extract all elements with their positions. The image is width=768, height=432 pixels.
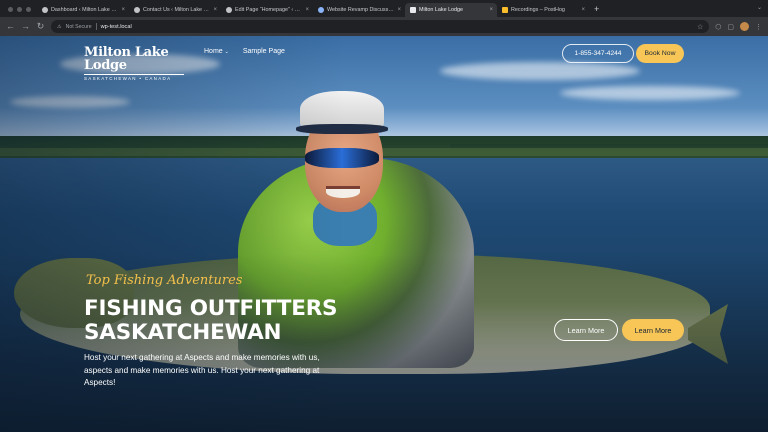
tab-recordings-posthog[interactable]: Recordings – PostHog × xyxy=(497,3,589,17)
tab-title: Recordings – PostHog xyxy=(511,7,565,13)
minimize-window-icon[interactable] xyxy=(17,7,22,12)
tab-title: Contact Us ‹ Milton Lake Lod xyxy=(143,7,211,13)
close-window-icon[interactable] xyxy=(8,7,13,12)
browser-toolbar: ← → ↻ ⚠ Not Secure wp-test.local ☆ ⬡ ▢ ⋮ xyxy=(0,17,768,36)
chevron-down-icon: ⌄ xyxy=(224,49,229,55)
tab-strip: Dashboard ‹ Milton Lake Lodg × Contact U… xyxy=(0,0,768,17)
new-tab-button[interactable]: + xyxy=(589,4,604,17)
close-tab-icon[interactable]: × xyxy=(489,7,493,13)
tab-edit-page[interactable]: Edit Page “Homepage” ‹ Milt × xyxy=(221,3,313,17)
window-controls xyxy=(0,7,37,17)
nav-item-home[interactable]: Home ⌄ xyxy=(204,48,229,55)
maximize-window-icon[interactable] xyxy=(26,7,31,12)
book-now-button[interactable]: Book Now xyxy=(636,44,684,63)
nav-item-label: Home xyxy=(204,48,223,55)
tab-title: Milton Lake Lodge xyxy=(419,7,464,13)
wordpress-icon xyxy=(134,7,140,13)
profile-avatar[interactable] xyxy=(740,22,749,31)
learn-more-outline-button[interactable]: Learn More xyxy=(554,319,618,341)
divider xyxy=(95,23,97,30)
sidebar-icon[interactable]: ▢ xyxy=(727,23,734,31)
site-icon xyxy=(410,7,416,13)
tab-title: Edit Page “Homepage” ‹ Milt xyxy=(235,7,303,13)
tab-search-icon[interactable]: ⌄ xyxy=(757,4,762,11)
close-tab-icon[interactable]: × xyxy=(213,7,217,13)
close-tab-icon[interactable]: × xyxy=(305,7,309,13)
close-tab-icon[interactable]: × xyxy=(121,7,125,13)
site-logo[interactable]: Milton Lake Lodge SASKATCHEWAN • CANADA xyxy=(84,45,184,81)
url-text[interactable]: wp-test.local xyxy=(101,24,693,30)
tab-title: Dashboard ‹ Milton Lake Lodg xyxy=(51,7,119,13)
globe-icon xyxy=(318,7,324,13)
reload-icon[interactable]: ↻ xyxy=(36,22,45,31)
tab-website-revamp[interactable]: Website Revamp Discussion × xyxy=(313,3,405,17)
wordpress-icon xyxy=(226,7,232,13)
phone-button[interactable]: 1-855-347-4244 xyxy=(562,44,634,63)
nav-item-sample-page[interactable]: Sample Page xyxy=(243,48,285,55)
hero-title-line-1: FISHING OUTFITTERS xyxy=(84,296,338,321)
logo-name: Milton Lake Lodge xyxy=(84,45,169,73)
tabs: Dashboard ‹ Milton Lake Lodg × Contact U… xyxy=(37,0,604,17)
hero-title-line-2: SASKATCHEWAN xyxy=(84,320,282,345)
main-nav: Home ⌄ Sample Page xyxy=(204,48,285,55)
tab-milton-lake-lodge[interactable]: Milton Lake Lodge × xyxy=(405,3,497,17)
back-icon[interactable]: ← xyxy=(6,22,15,31)
browser-window: Dashboard ‹ Milton Lake Lodg × Contact U… xyxy=(0,0,768,432)
not-secure-icon[interactable]: ⚠ xyxy=(57,24,62,30)
tab-contact-us[interactable]: Contact Us ‹ Milton Lake Lod × xyxy=(129,3,221,17)
bookmark-star-icon[interactable]: ☆ xyxy=(697,23,703,31)
close-tab-icon[interactable]: × xyxy=(581,7,585,13)
logo-tagline: SASKATCHEWAN • CANADA xyxy=(84,74,184,81)
hero-title: FISHING OUTFITTERS SASKATCHEWAN xyxy=(84,296,338,345)
tab-title: Website Revamp Discussion xyxy=(327,7,395,13)
close-tab-icon[interactable]: × xyxy=(397,7,401,13)
hero-description: Host your next gathering at Aspects and … xyxy=(84,353,320,387)
wordpress-icon xyxy=(42,7,48,13)
menu-icon[interactable]: ⋮ xyxy=(755,23,762,31)
learn-more-primary-button[interactable]: Learn More xyxy=(622,319,684,341)
posthog-icon xyxy=(502,7,508,13)
forward-icon[interactable]: → xyxy=(21,22,30,31)
hero-kicker: Top Fishing Adventures xyxy=(86,273,243,288)
address-bar[interactable]: ⚠ Not Secure wp-test.local ☆ xyxy=(51,20,710,33)
security-label[interactable]: Not Secure xyxy=(66,24,92,30)
tab-dashboard[interactable]: Dashboard ‹ Milton Lake Lodg × xyxy=(37,3,129,17)
extensions-icon[interactable]: ⬡ xyxy=(715,23,721,31)
